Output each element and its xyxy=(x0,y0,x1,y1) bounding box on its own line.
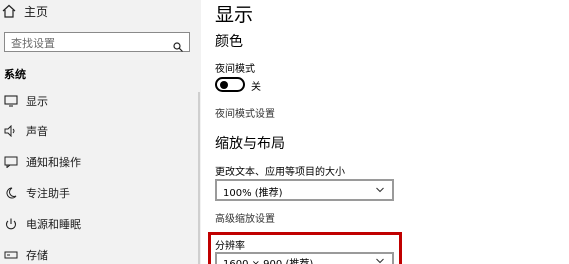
advanced-scale-link[interactable]: 高级缩放设置 xyxy=(215,210,275,225)
power-icon xyxy=(4,218,18,230)
resolution-highlight-box xyxy=(208,232,402,264)
scale-dropdown[interactable]: 100% (推荐) xyxy=(215,179,394,201)
sidebar: 主页 查找设置 系统 显示 声音 通知和操作 专注助手 电源和睡眠 存储 xyxy=(0,0,201,264)
toggle-knob xyxy=(220,81,228,89)
night-mode-toggle[interactable] xyxy=(215,77,245,92)
sidebar-item-power-sleep[interactable]: 电源和睡眠 xyxy=(0,213,201,235)
sidebar-item-sound[interactable]: 声音 xyxy=(0,120,201,142)
search-icon[interactable] xyxy=(173,37,183,52)
page-title: 显示 xyxy=(215,4,254,26)
sidebar-item-label: 专注助手 xyxy=(26,187,70,200)
home-nav-item[interactable]: 主页 xyxy=(0,2,48,20)
search-input[interactable]: 查找设置 xyxy=(4,32,190,52)
moon-icon xyxy=(4,187,18,199)
night-mode-settings-link[interactable]: 夜间模式设置 xyxy=(215,105,275,120)
search-placeholder: 查找设置 xyxy=(11,37,55,50)
scale-layout-heading: 缩放与布局 xyxy=(215,136,285,152)
sidebar-item-focus-assist[interactable]: 专注助手 xyxy=(0,182,201,204)
speaker-icon xyxy=(4,124,18,138)
sidebar-item-label: 通知和操作 xyxy=(26,156,81,169)
notification-icon xyxy=(4,156,18,169)
sidebar-item-storage[interactable]: 存储 xyxy=(0,244,201,264)
sidebar-item-label: 电源和睡眠 xyxy=(26,218,81,231)
sidebar-scrollbar[interactable] xyxy=(198,92,200,264)
section-label-system: 系统 xyxy=(4,68,26,81)
night-mode-label: 夜间模式 xyxy=(215,64,255,75)
sidebar-item-label: 存储 xyxy=(26,249,48,262)
sidebar-item-display[interactable]: 显示 xyxy=(0,90,201,112)
night-mode-state: 关 xyxy=(251,82,261,93)
home-icon xyxy=(2,4,20,18)
chevron-down-icon xyxy=(376,186,384,194)
scale-label: 更改文本、应用等项目的大小 xyxy=(215,167,345,178)
sidebar-item-notifications[interactable]: 通知和操作 xyxy=(0,151,201,173)
main-content: 显示 颜色 夜间模式 关 夜间模式设置 缩放与布局 更改文本、应用等项目的大小 … xyxy=(201,0,569,264)
storage-icon xyxy=(4,249,18,261)
sidebar-item-label: 显示 xyxy=(26,95,48,108)
scale-value: 100% (推荐) xyxy=(223,188,283,199)
sidebar-item-label: 声音 xyxy=(26,125,48,138)
home-label: 主页 xyxy=(24,4,49,19)
color-heading: 颜色 xyxy=(215,34,243,50)
monitor-icon xyxy=(4,95,18,107)
